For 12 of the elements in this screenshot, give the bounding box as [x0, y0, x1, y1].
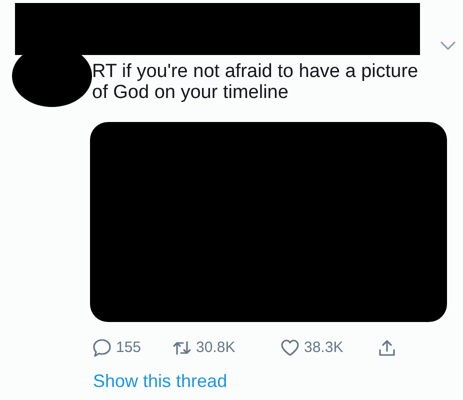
heart-button[interactable]	[280, 338, 300, 358]
share-button[interactable]	[377, 338, 397, 358]
show-thread-link[interactable]: Show this thread	[93, 368, 228, 395]
chevron-down-icon[interactable]	[440, 41, 456, 51]
count-label: 30.8K	[196, 338, 236, 358]
tweet-text: RT if you're not afraid to have a picture of God on your timeline	[92, 61, 420, 105]
share-icon	[377, 338, 397, 358]
count-label: 38.3K	[304, 338, 344, 358]
speech-bubble-icon	[92, 338, 112, 358]
speech-bubble-button[interactable]	[92, 338, 112, 358]
count-label: 155	[116, 338, 142, 358]
heart-icon	[280, 338, 300, 358]
